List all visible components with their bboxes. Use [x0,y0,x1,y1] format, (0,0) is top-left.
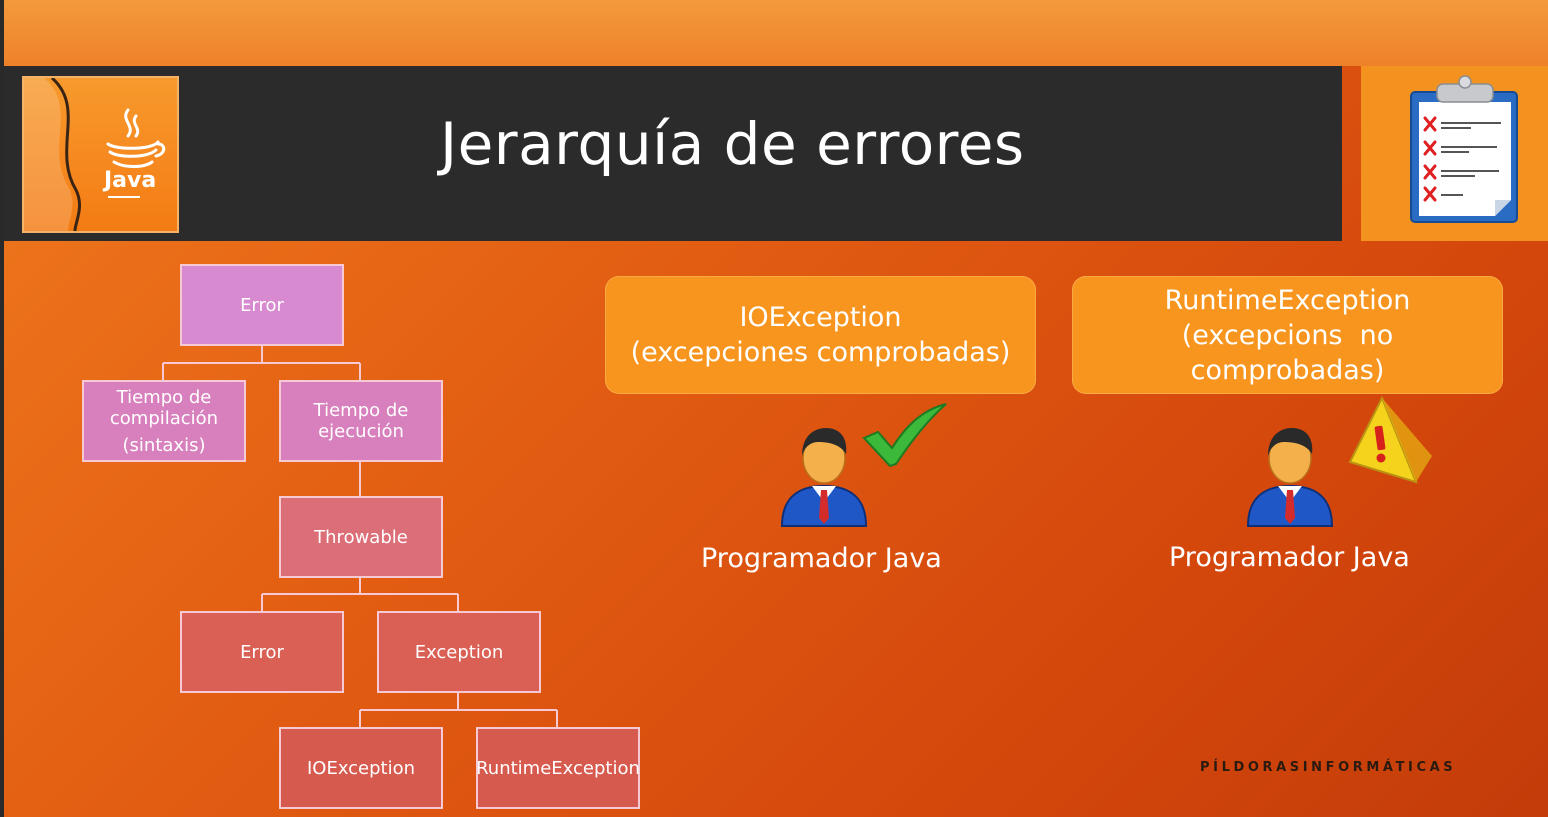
callout-ioexception: IOException (excepciones comprobadas) [605,276,1036,394]
node-exception: Exception [377,611,541,693]
node-tiempo-ejecucion-line1: Tiempo de [313,400,409,421]
node-error-label: Error [240,641,284,663]
node-throwable: Throwable [279,496,443,578]
node-error-top: Error [180,264,344,346]
node-tiempo-compilacion-line2: compilación [109,407,219,429]
check-icon [862,403,947,468]
programmer-right-label: Programador Java [1169,542,1410,573]
warning-icon [1348,395,1432,484]
node-runtimeexception-label: RuntimeException [476,757,640,779]
node-throwable-label: Throwable [314,526,408,548]
callout-runtimeexception-line2: (excepcions no [1181,319,1394,351]
node-error-top-label: Error [240,294,284,316]
callout-runtimeexception-line3: comprobadas) [1190,354,1385,386]
programmer-left-icon [780,428,868,527]
node-tiempo-compilacion-line3: (sintaxis) [122,434,206,456]
node-runtimeexception: RuntimeException [476,727,640,809]
node-ioexception-label: IOException [306,757,416,779]
node-tiempo-compilacion-line1: Tiempo de [116,386,212,408]
node-tiempo-ejecucion: Tiempo de ejecución [279,380,443,462]
brand-watermark: PÍLDORASINFORMÁTICAS [1200,760,1457,775]
node-error: Error [180,611,344,693]
node-tiempo-compilacion: Tiempo de compilación (sintaxis) [82,380,246,462]
node-tiempo-ejecucion-line2: ejecución [318,421,404,442]
node-ioexception: IOException [279,727,443,809]
callout-ioexception-line1: IOException [739,302,902,333]
programmer-left-label: Programador Java [701,543,942,574]
programmer-right-icon [1246,428,1334,527]
callout-ioexception-line2: (excepciones comprobadas) [630,337,1011,368]
callout-runtimeexception: RuntimeException (excepcions no comproba… [1072,276,1503,394]
node-exception-label: Exception [414,641,504,663]
callout-runtimeexception-line1: RuntimeException [1164,284,1411,316]
